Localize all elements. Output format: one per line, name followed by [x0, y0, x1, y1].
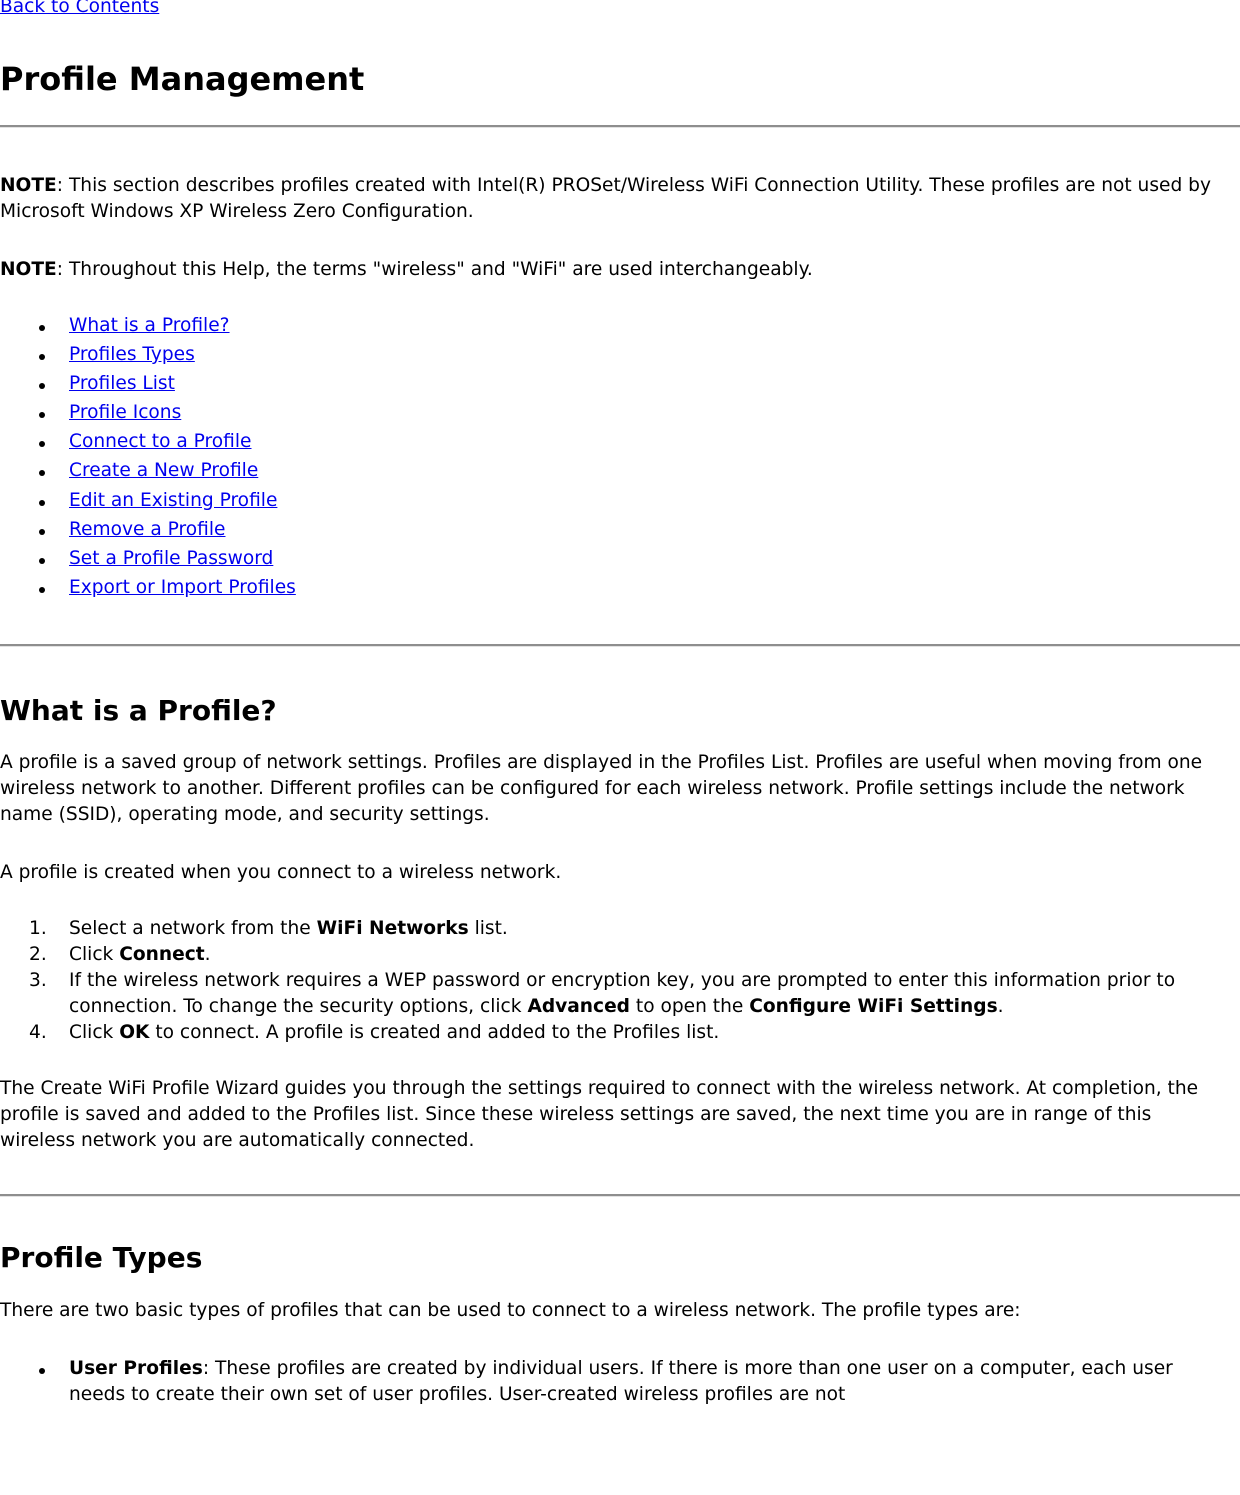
toc-link-remove-a-profile[interactable]: Remove a Profile [69, 519, 226, 540]
note-paragraph: NOTE: This section describes profiles cr… [0, 173, 1240, 225]
note-label: NOTE [0, 175, 57, 196]
note-paragraph: NOTE: Throughout this Help, the terms "w… [0, 257, 1240, 283]
step-text: list. [468, 917, 508, 939]
ui-term: WiFi Networks [316, 917, 469, 939]
toc-item: Create a New Profile [39, 458, 1240, 487]
section-heading-what-is-a-profile: What is a Profile? [0, 693, 277, 727]
toc-link-edit-an-existing-profile[interactable]: Edit an Existing Profile [69, 490, 277, 511]
toc-item: Edit an Existing Profile [39, 488, 1240, 517]
step-item: 3. If the wireless network requires a WEP… [29, 968, 1240, 1020]
section-heading-profile-types: Profile Types [0, 1240, 203, 1274]
body-paragraph: The Create WiFi Profile Wizard guides yo… [0, 1077, 1199, 1151]
note-text: : This section describes profiles create… [0, 175, 1211, 222]
toc-item: Remove a Profile [39, 517, 1240, 546]
step-text: to open the [630, 995, 750, 1017]
step-number: 4. [29, 1021, 47, 1043]
toc-link-connect-to-a-profile[interactable]: Connect to a Profile [69, 431, 252, 452]
profile-types-list: User Profiles: These profiles are create… [0, 1356, 1240, 1408]
toc-item: Profiles Types [39, 342, 1240, 371]
step-item: 4. Click OK to connect. A profile is crea… [29, 1020, 1240, 1046]
step-number: 1. [29, 917, 47, 939]
step-text: Click [69, 943, 120, 965]
table-of-contents: What is a Profile? Profiles Types Profil… [0, 313, 1240, 604]
body-paragraph: There are two basic types of profiles th… [0, 1300, 1021, 1322]
ui-term: Advanced [527, 995, 630, 1017]
step-text: . [997, 995, 1004, 1017]
toc-item: Connect to a Profile [39, 429, 1240, 458]
step-number: 2. [29, 943, 47, 965]
toc-item: Set a Profile Password [39, 546, 1240, 575]
toc-link-profiles-types[interactable]: Profiles Types [69, 344, 195, 365]
ui-term: Configure WiFi Settings [749, 995, 998, 1017]
step-text: . [204, 943, 211, 965]
note-label: NOTE [0, 259, 57, 280]
toc-link-export-or-import-profiles[interactable]: Export or Import Profiles [69, 577, 296, 598]
profile-type-item: User Profiles: These profiles are create… [39, 1356, 1240, 1408]
step-text: Select a network from the [69, 917, 317, 939]
step-item: 1. Select a network from the WiFi Network… [29, 916, 1240, 942]
profile-type-description: : These profiles are created by individu… [69, 1358, 1173, 1406]
step-item: 2. Click Connect. [29, 942, 1240, 968]
toc-link-what-is-a-profile[interactable]: What is a Profile? [69, 315, 230, 336]
steps-list: 1. Select a network from the WiFi Network… [0, 916, 1240, 1046]
step-text: to connect. A profile is created and add… [149, 1021, 720, 1043]
profile-type-name: User Profiles [69, 1358, 203, 1380]
step-number: 3. [29, 969, 47, 991]
back-to-contents-link[interactable]: Back to Contents [0, 0, 1240, 20]
ui-term: Connect [119, 943, 205, 965]
toc-item: Profile Icons [39, 400, 1240, 429]
toc-link-profile-icons[interactable]: Profile Icons [69, 402, 181, 423]
step-text: Click [69, 1021, 120, 1043]
toc-link-create-a-new-profile[interactable]: Create a New Profile [69, 460, 258, 481]
toc-link-set-a-profile-password[interactable]: Set a Profile Password [69, 548, 273, 569]
toc-item: Profiles List [39, 371, 1240, 400]
body-paragraph: A profile is created when you connect to… [0, 861, 562, 883]
page-title: Profile Management [0, 60, 365, 98]
note-text: : Throughout this Help, the terms "wirel… [56, 259, 813, 280]
toc-link-profiles-list[interactable]: Profiles List [69, 373, 175, 394]
toc-item: What is a Profile? [39, 313, 1240, 342]
ui-term: OK [119, 1021, 150, 1043]
toc-item: Export or Import Profiles [39, 575, 1240, 604]
body-paragraph: A profile is a saved group of network se… [0, 751, 1203, 825]
